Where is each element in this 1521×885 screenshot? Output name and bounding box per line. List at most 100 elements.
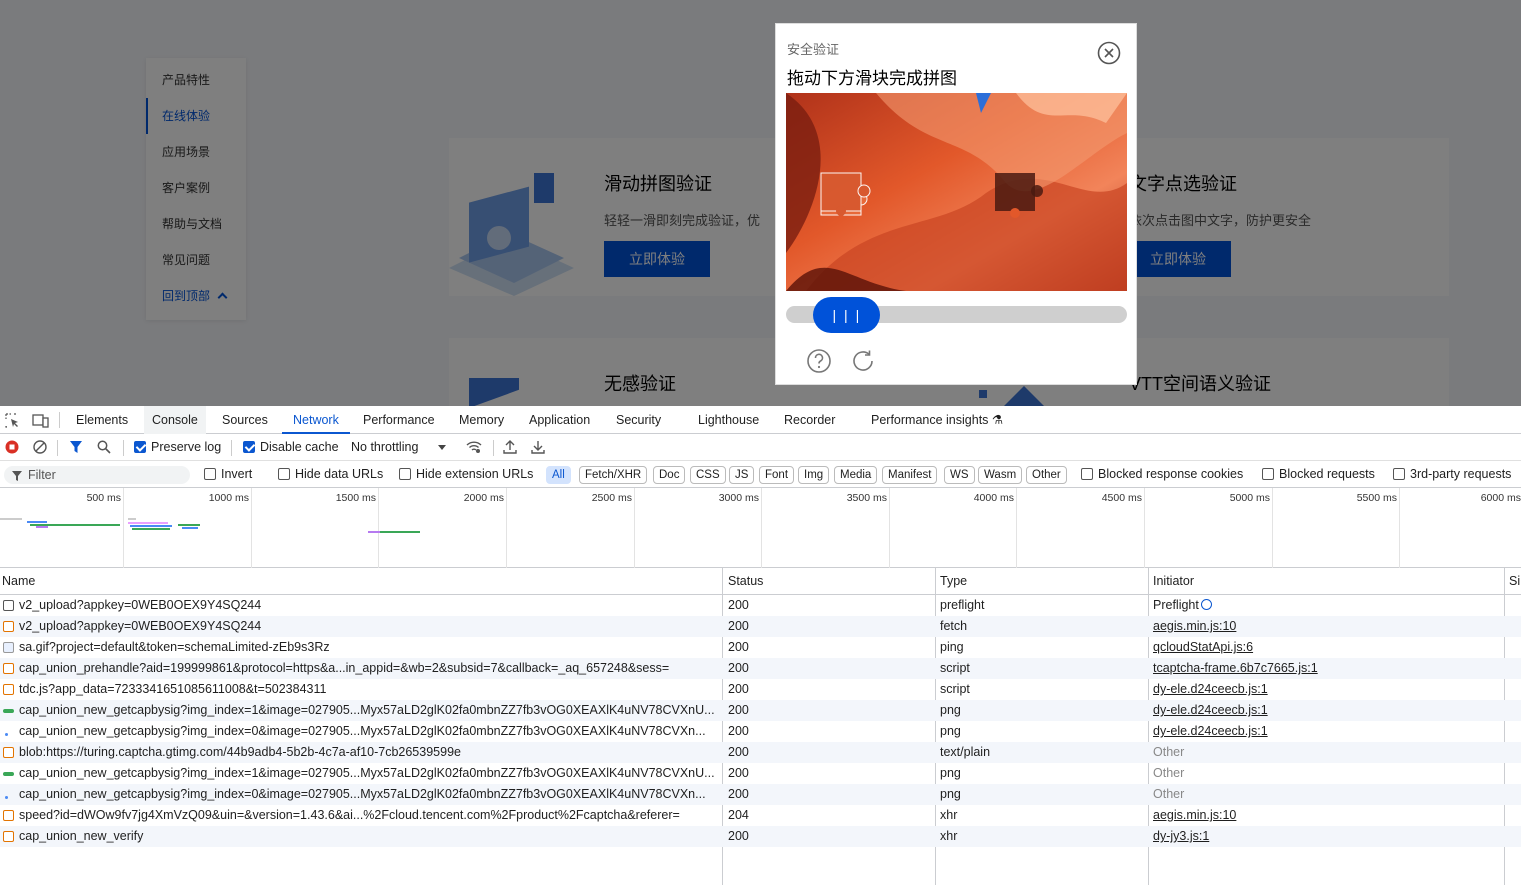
invert-checkbox[interactable]: Invert [204,461,252,488]
hide-extension-urls-checkbox[interactable]: Hide extension URLs [399,461,533,488]
request-name[interactable]: cap_union_new_getcapbysig?img_index=1&im… [19,763,719,784]
request-name[interactable]: tdc.js?app_data=7233341651085611008&t=50… [19,679,719,700]
import-har-icon[interactable] [503,440,517,454]
help-icon[interactable] [806,348,832,374]
request-row[interactable]: tdc.js?app_data=7233341651085611008&t=50… [0,679,1521,700]
type-filter-fetch-xhr[interactable]: Fetch/XHR [579,466,648,484]
modal-overlay[interactable] [0,0,1521,406]
type-filter-img[interactable]: Img [798,466,830,484]
preserve-log-checkbox[interactable]: Preserve log [134,434,221,461]
request-initiator[interactable]: qcloudStatApi.js:6 [1153,637,1493,658]
column-header-type[interactable]: Type [938,568,967,595]
type-filter-doc[interactable]: Doc [653,466,686,484]
column-header-status[interactable]: Status [726,568,763,595]
invert-label: Invert [221,467,253,481]
tab-performance-insights-label: Performance insights [871,413,989,427]
preflight-resource-icon [3,600,14,611]
column-header-initiator[interactable]: Initiator [1151,568,1194,595]
request-initiator[interactable]: aegis.min.js:10 [1153,805,1493,826]
type-filter-other[interactable]: Other [1026,466,1067,484]
column-header-name[interactable]: Name [0,568,35,595]
request-name[interactable]: cap_union_new_getcapbysig?img_index=0&im… [19,784,719,805]
tab-memory[interactable]: Memory [451,406,512,434]
request-initiator[interactable]: dy-ele.d24ceecb.js:1 [1153,679,1493,700]
captcha-dialog: 安全验证 拖动下方滑块完成拼图 | | | [775,23,1137,385]
request-initiator[interactable]: dy-ele.d24ceecb.js:1 [1153,721,1493,742]
search-icon[interactable] [97,440,111,454]
type-filter-ws[interactable]: WS [944,466,975,484]
network-conditions-icon[interactable] [466,440,482,454]
device-toolbar-icon[interactable] [32,413,49,428]
hide-data-urls-checkbox[interactable]: Hide data URLs [278,461,383,488]
request-name[interactable]: blob:https://turing.captcha.gtimg.com/44… [19,742,719,763]
request-name[interactable]: sa.gif?project=default&token=schemaLimit… [19,637,719,658]
overview-gridline [761,488,762,568]
tab-elements[interactable]: Elements [68,406,136,434]
export-har-icon[interactable] [531,440,545,454]
tab-security[interactable]: Security [608,406,669,434]
close-icon[interactable] [1097,41,1121,65]
request-name[interactable]: cap_union_prehandle?aid=199999861&protoc… [19,658,719,679]
tab-lighthouse[interactable]: Lighthouse [690,406,767,434]
script-resource-icon [3,684,14,695]
request-name[interactable]: cap_union_new_getcapbysig?img_index=0&im… [19,721,719,742]
request-name[interactable]: v2_upload?appkey=0WEB0OEX9Y4SQ244 [19,616,719,637]
request-initiator[interactable]: aegis.min.js:10 [1153,616,1493,637]
tab-performance[interactable]: Performance [355,406,443,434]
refresh-icon[interactable] [850,348,876,374]
request-row[interactable]: blob:https://turing.captcha.gtimg.com/44… [0,742,1521,763]
type-filter-js[interactable]: JS [729,466,755,484]
filter-icon[interactable] [69,440,83,454]
checkbox-icon [1262,468,1274,480]
request-initiator[interactable]: tcaptcha-frame.6b7c7665.js:1 [1153,658,1493,679]
request-row[interactable]: cap_union_prehandle?aid=199999861&protoc… [0,658,1521,679]
blocked-cookies-checkbox[interactable]: Blocked response cookies [1081,461,1243,488]
throttling-select[interactable]: No throttling [351,434,447,461]
request-row[interactable]: cap_union_new_getcapbysig?img_index=1&im… [0,700,1521,721]
request-row[interactable]: cap_union_new_getcapbysig?img_index=0&im… [0,721,1521,742]
inspect-element-icon[interactable] [5,413,20,428]
request-row[interactable]: speed?id=dWOw9fv7jg4XmVzQ09&uin=&version… [0,805,1521,826]
type-filter-wasm[interactable]: Wasm [978,466,1023,484]
slider-handle[interactable]: | | | [813,297,881,333]
filter-input[interactable]: Filter [4,466,190,484]
request-name[interactable]: speed?id=dWOw9fv7jg4XmVzQ09&uin=&version… [19,805,719,826]
checkbox-icon [204,468,216,480]
request-initiator[interactable]: dy-ele.d24ceecb.js:1 [1153,700,1493,721]
request-row[interactable]: cap_union_new_getcapbysig?img_index=0&im… [0,784,1521,805]
request-type: ping [940,640,964,654]
clear-icon[interactable] [33,440,47,454]
request-row[interactable]: cap_union_new_verify 200 xhr dy-jy3.js:1 [0,826,1521,847]
type-filter-all[interactable]: All [546,466,571,484]
tab-recorder[interactable]: Recorder [776,406,843,434]
network-overview-timeline[interactable]: 500 ms 1000 ms 1500 ms 2000 ms 2500 ms 3… [0,488,1521,568]
request-row[interactable]: v2_upload?appkey=0WEB0OEX9Y4SQ244 200 pref… [0,595,1521,616]
request-name[interactable]: cap_union_new_verify [19,826,719,847]
blocked-requests-checkbox[interactable]: Blocked requests [1262,461,1375,488]
overview-gridline [1016,488,1017,568]
overview-gridline [634,488,635,568]
type-filter-css[interactable]: CSS [690,466,726,484]
column-header-size[interactable]: Si [1507,568,1520,595]
request-row[interactable]: sa.gif?project=default&token=schemaLimit… [0,637,1521,658]
type-filter-manifest[interactable]: Manifest [882,466,938,484]
type-filter-font[interactable]: Font [759,466,795,484]
tab-sources[interactable]: Sources [214,406,276,434]
record-stop-icon[interactable] [5,440,19,454]
disable-cache-checkbox[interactable]: Disable cache [243,434,339,461]
tab-performance-insights[interactable]: Performance insights ⚗ [863,406,1011,434]
type-filter-media[interactable]: Media [834,466,878,484]
request-initiator[interactable]: dy-jy3.js:1 [1153,826,1493,847]
tab-application[interactable]: Application [521,406,598,434]
image-resource-icon [3,642,14,653]
request-type: png [940,703,961,717]
tab-network[interactable]: Network [282,406,350,434]
request-row[interactable]: v2_upload?appkey=0WEB0OEX9Y4SQ244 200 fetc… [0,616,1521,637]
tab-console[interactable]: Console [144,406,206,434]
request-row[interactable]: cap_union_new_getcapbysig?img_index=1&im… [0,763,1521,784]
overview-request-bar [27,521,47,523]
request-name[interactable]: v2_upload?appkey=0WEB0OEX9Y4SQ244 [19,595,719,616]
request-type: png [940,766,961,780]
third-party-checkbox[interactable]: 3rd-party requests [1393,461,1511,488]
request-name[interactable]: cap_union_new_getcapbysig?img_index=1&im… [19,700,719,721]
